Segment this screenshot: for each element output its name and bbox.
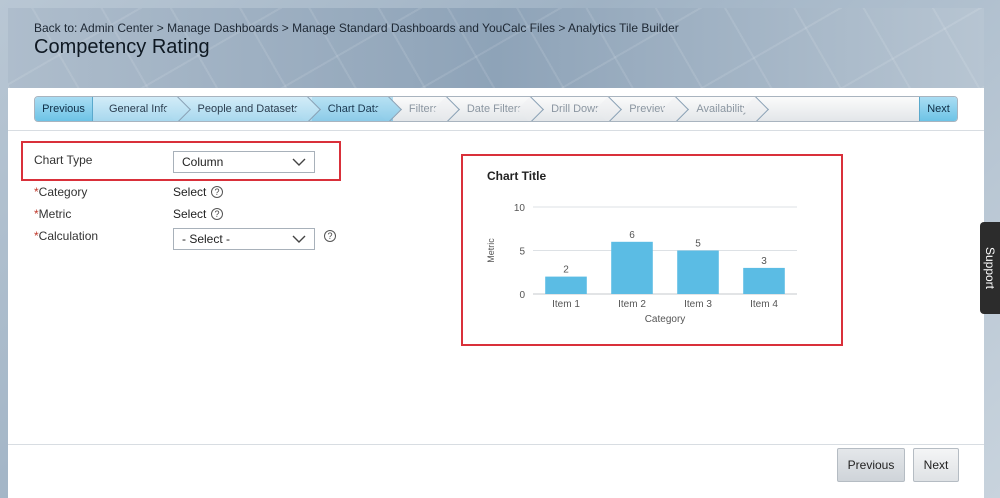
breadcrumb[interactable]: Back to: Admin Center > Manage Dashboard… bbox=[34, 21, 679, 35]
main-panel: Previous General Info People and Dataset… bbox=[8, 88, 984, 498]
wizard-step-date-filters[interactable]: Date Filters bbox=[451, 97, 535, 121]
wizard-step-general-info[interactable]: General Info bbox=[93, 97, 182, 121]
chevron-down-icon bbox=[292, 158, 306, 166]
bar bbox=[545, 276, 587, 294]
column-chart: 0 5 10 2 Item 1 6 Item 2 5 Item 3 3 Item 4 Category… bbox=[486, 203, 797, 325]
wizard-steps: Previous General Info People and Dataset… bbox=[34, 96, 958, 122]
y-tick-label: 10 bbox=[514, 203, 526, 214]
calculation-select[interactable]: - Select - bbox=[173, 228, 315, 250]
divider bbox=[8, 130, 984, 131]
support-tab[interactable]: Support bbox=[980, 222, 1000, 314]
data-label: 2 bbox=[563, 265, 569, 276]
category-select-link[interactable]: Select bbox=[173, 185, 206, 199]
wizard-step-availability[interactable]: Availability bbox=[680, 97, 760, 121]
previous-button[interactable]: Previous bbox=[837, 448, 905, 482]
wizard-previous-button[interactable]: Previous bbox=[35, 97, 93, 121]
chevron-down-icon bbox=[292, 235, 306, 243]
chart-type-label: Chart Type bbox=[34, 153, 93, 167]
category-label: *Category bbox=[34, 185, 88, 199]
wizard-spacer bbox=[760, 97, 919, 121]
y-axis-label: Metric bbox=[486, 238, 496, 263]
wizard-step-chart-data[interactable]: Chart Data bbox=[311, 97, 393, 121]
chart-type-value: Column bbox=[182, 155, 224, 169]
metric-select-link[interactable]: Select bbox=[173, 207, 206, 221]
help-icon[interactable]: ? bbox=[324, 230, 336, 242]
bar bbox=[677, 250, 719, 294]
wizard-step-preview[interactable]: Preview bbox=[613, 97, 680, 121]
wizard-step-people-datasets[interactable]: People and Datasets bbox=[181, 97, 312, 121]
support-label: Support bbox=[983, 246, 997, 290]
data-label: 3 bbox=[761, 256, 767, 267]
x-tick-label: Item 4 bbox=[750, 299, 778, 310]
page-header: Back to: Admin Center > Manage Dashboard… bbox=[8, 8, 984, 88]
calculation-label: *Calculation bbox=[34, 229, 99, 243]
bar bbox=[743, 267, 785, 294]
x-tick-label: Item 2 bbox=[618, 299, 646, 310]
page-title: Competency Rating bbox=[34, 36, 210, 58]
chart-preview: Chart Title 0 5 10 2 Item 1 6 Item 2 5 Item 3 3 It… bbox=[461, 154, 843, 346]
x-tick-label: Item 1 bbox=[552, 299, 580, 310]
y-tick-label: 0 bbox=[519, 290, 525, 301]
calculation-value: - Select - bbox=[182, 232, 231, 246]
x-tick-label: Item 3 bbox=[684, 299, 712, 310]
metric-label: *Metric bbox=[34, 207, 72, 221]
data-label: 6 bbox=[629, 230, 635, 241]
next-button[interactable]: Next bbox=[913, 448, 959, 482]
wizard-next-button[interactable]: Next bbox=[919, 97, 957, 121]
help-icon[interactable]: ? bbox=[211, 208, 223, 220]
chart-type-select[interactable]: Column bbox=[173, 151, 315, 173]
data-label: 5 bbox=[695, 239, 701, 250]
wizard-step-drill-down[interactable]: Drill Down bbox=[535, 97, 613, 121]
bar bbox=[611, 241, 653, 294]
y-tick-label: 5 bbox=[519, 247, 525, 258]
divider bbox=[8, 444, 984, 445]
x-axis-label: Category bbox=[645, 314, 686, 325]
help-icon[interactable]: ? bbox=[211, 186, 223, 198]
